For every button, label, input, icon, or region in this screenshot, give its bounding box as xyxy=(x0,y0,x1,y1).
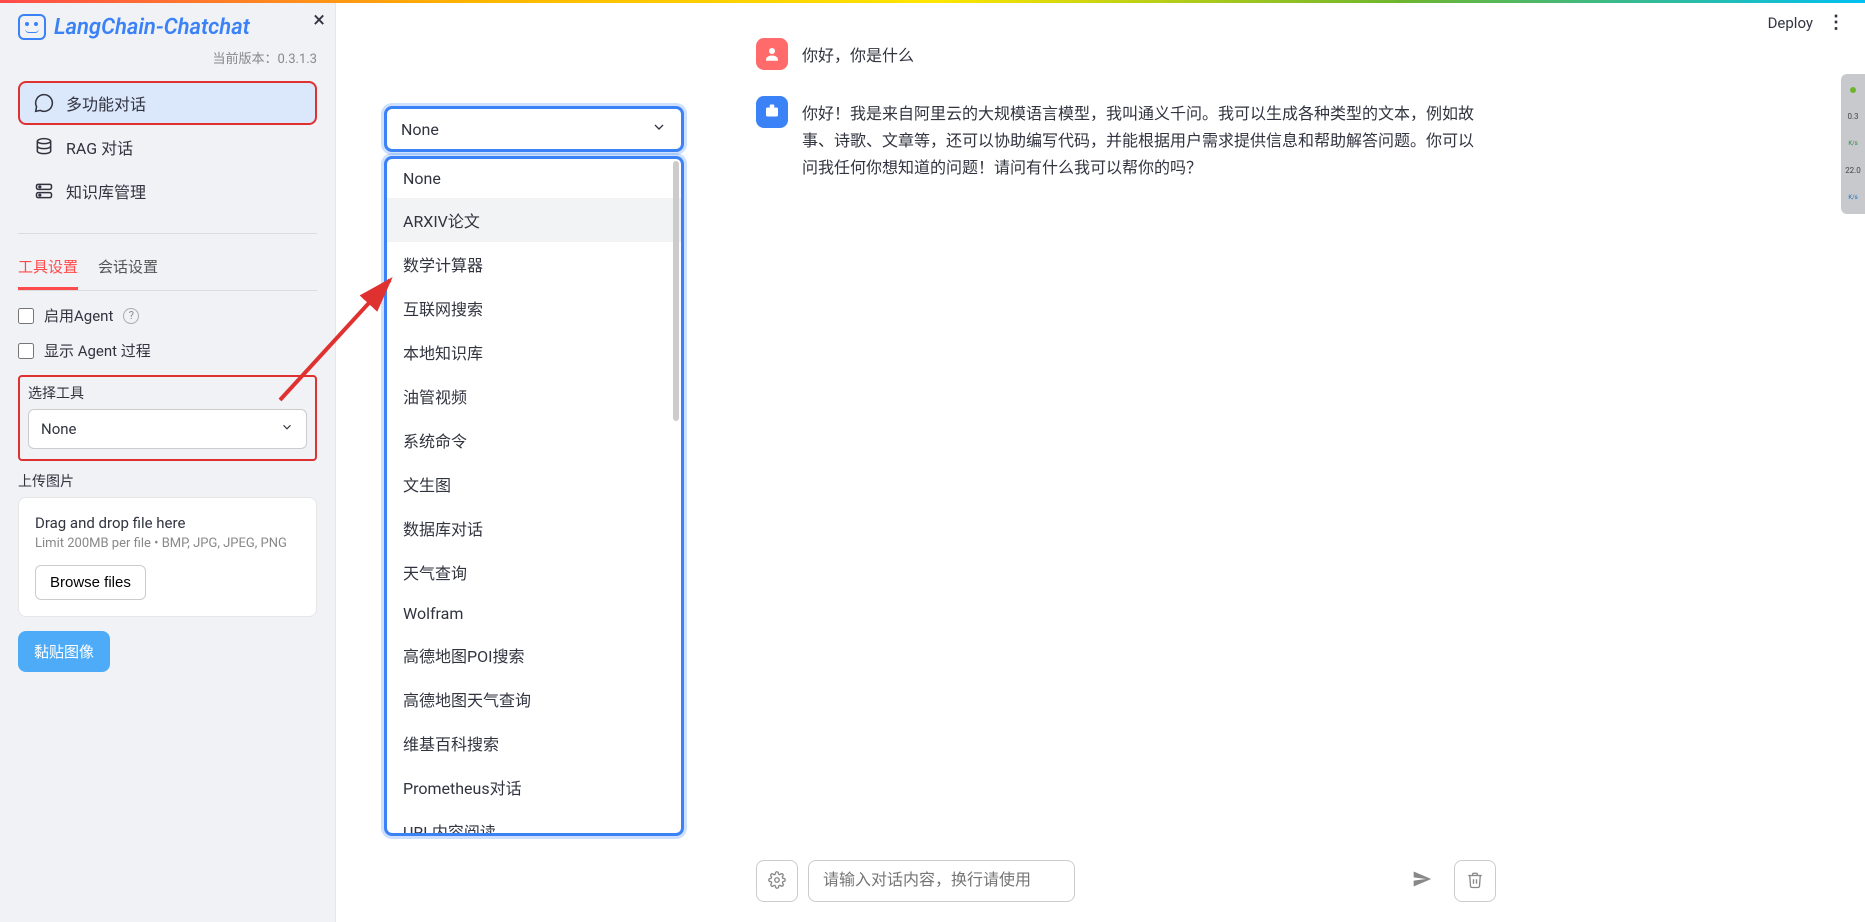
dropdown-scrollbar[interactable] xyxy=(673,161,679,421)
show-agent-process-checkbox[interactable]: 显示 Agent 过程 xyxy=(18,340,317,361)
tool-option-wikipedia[interactable]: 维基百科搜索 xyxy=(387,721,681,765)
settings-tabs: 工具设置 会话设置 xyxy=(18,248,317,291)
tab-session-settings[interactable]: 会话设置 xyxy=(98,248,158,290)
upload-hint: Limit 200MB per file • BMP, JPG, JPEG, P… xyxy=(35,536,300,551)
header-actions: Deploy ⋮ xyxy=(1768,12,1845,33)
nav-item-label: 多功能对话 xyxy=(66,91,146,115)
server-icon xyxy=(34,181,54,201)
send-icon[interactable] xyxy=(1412,869,1432,893)
gear-icon xyxy=(768,871,786,892)
logo-icon xyxy=(18,14,46,40)
tool-dropdown-expanded: None None ARXIV论文 数学计算器 互联网搜索 本地知识库 油管视频… xyxy=(384,106,684,836)
sidebar-close-icon[interactable]: × xyxy=(313,10,325,32)
tool-option-url[interactable]: URL内容阅读 xyxy=(387,809,681,836)
tool-option-none[interactable]: None xyxy=(387,159,681,198)
user-avatar xyxy=(756,38,788,70)
chat-message-user: 你好，你是什么 xyxy=(756,38,1486,70)
enable-agent-input[interactable] xyxy=(18,308,34,324)
browse-files-button[interactable]: Browse files xyxy=(35,565,146,600)
paste-image-button[interactable]: 黏贴图像 xyxy=(18,631,110,672)
sidebar-divider xyxy=(18,233,317,234)
top-gradient-bar xyxy=(0,0,1865,3)
tool-option-websearch[interactable]: 互联网搜索 xyxy=(387,286,681,330)
chat-input[interactable] xyxy=(808,860,1075,902)
select-tool-group: 选择工具 None xyxy=(18,375,317,461)
help-icon[interactable]: ? xyxy=(123,308,139,324)
enable-agent-checkbox[interactable]: 启用Agent ? xyxy=(18,305,317,326)
tool-dropdown-selected[interactable]: None xyxy=(384,106,684,152)
tool-dropdown-list: None ARXIV论文 数学计算器 互联网搜索 本地知识库 油管视频 系统命令… xyxy=(384,156,684,836)
tool-option-db[interactable]: 数据库对话 xyxy=(387,506,681,550)
tool-option-shell[interactable]: 系统命令 xyxy=(387,418,681,462)
tool-option-math[interactable]: 数学计算器 xyxy=(387,242,681,286)
nav-item-multichat[interactable]: 多功能对话 xyxy=(18,81,317,125)
tool-option-prometheus[interactable]: Prometheus对话 xyxy=(387,765,681,809)
logo-text: LangChain-Chatchat xyxy=(54,15,250,40)
nav-item-kb[interactable]: 知识库管理 xyxy=(18,169,317,213)
perf-widget: 0.3 K/s 22.0 K/s xyxy=(1841,74,1865,214)
perf-top-unit: K/s xyxy=(1848,140,1857,147)
trash-icon xyxy=(1466,871,1484,892)
tool-option-youtube[interactable]: 油管视频 xyxy=(387,374,681,418)
select-tool-label: 选择工具 xyxy=(28,383,307,403)
upload-image-label: 上传图片 xyxy=(18,471,317,491)
tool-option-weather[interactable]: 天气查询 xyxy=(387,550,681,594)
show-agent-process-input[interactable] xyxy=(18,343,34,359)
perf-dot-green xyxy=(1850,87,1856,93)
sidebar: × LangChain-Chatchat 当前版本：0.3.1.3 多功能对话 … xyxy=(0,0,336,922)
tool-option-amap-poi[interactable]: 高德地图POI搜索 xyxy=(387,633,681,677)
assistant-avatar xyxy=(756,96,788,128)
select-tool-value: None xyxy=(41,420,77,438)
chat-input-wrap xyxy=(808,860,1444,902)
user-message-text: 你好，你是什么 xyxy=(802,38,914,70)
select-tool-dropdown[interactable]: None xyxy=(28,409,307,449)
tab-tool-settings[interactable]: 工具设置 xyxy=(18,248,78,290)
chat-input-bar xyxy=(756,860,1496,902)
perf-top-value: 0.3 xyxy=(1847,112,1858,121)
nav-item-rag[interactable]: RAG 对话 xyxy=(18,125,317,169)
perf-bottom-unit: K/s xyxy=(1848,194,1857,201)
chevron-down-icon xyxy=(651,119,667,139)
tool-option-wolfram[interactable]: Wolfram xyxy=(387,594,681,633)
settings-button[interactable] xyxy=(756,860,798,902)
chat-icon xyxy=(34,93,54,113)
chat-area: 你好，你是什么 你好！我是来自阿里云的大规模语言模型，我叫通义千问。我可以生成各… xyxy=(756,38,1486,208)
tool-option-arxiv[interactable]: ARXIV论文 xyxy=(387,198,681,242)
tool-option-amap-weather[interactable]: 高德地图天气查询 xyxy=(387,677,681,721)
deploy-button[interactable]: Deploy xyxy=(1768,14,1813,32)
clear-chat-button[interactable] xyxy=(1454,860,1496,902)
show-agent-process-label: 显示 Agent 过程 xyxy=(44,340,151,361)
file-uploader[interactable]: Drag and drop file here Limit 200MB per … xyxy=(18,497,317,617)
tool-option-txt2img[interactable]: 文生图 xyxy=(387,462,681,506)
upload-title: Drag and drop file here xyxy=(35,514,300,532)
database-icon xyxy=(34,137,54,157)
app-logo: LangChain-Chatchat xyxy=(18,14,317,40)
kebab-menu-icon[interactable]: ⋮ xyxy=(1827,12,1845,33)
enable-agent-label: 启用Agent xyxy=(44,305,113,326)
nav-item-label: 知识库管理 xyxy=(66,179,146,203)
nav-group: 多功能对话 RAG 对话 知识库管理 xyxy=(18,81,317,213)
assistant-message-text: 你好！我是来自阿里云的大规模语言模型，我叫通义千问。我可以生成各种类型的文本，例… xyxy=(802,96,1486,182)
version-label: 当前版本：0.3.1.3 xyxy=(18,48,317,67)
nav-item-label: RAG 对话 xyxy=(66,135,133,159)
perf-bottom-value: 22.0 xyxy=(1845,166,1861,175)
tool-option-localkb[interactable]: 本地知识库 xyxy=(387,330,681,374)
chevron-down-icon xyxy=(280,420,294,438)
tool-dropdown-value: None xyxy=(401,120,439,139)
chat-message-assistant: 你好！我是来自阿里云的大规模语言模型，我叫通义千问。我可以生成各种类型的文本，例… xyxy=(756,96,1486,182)
